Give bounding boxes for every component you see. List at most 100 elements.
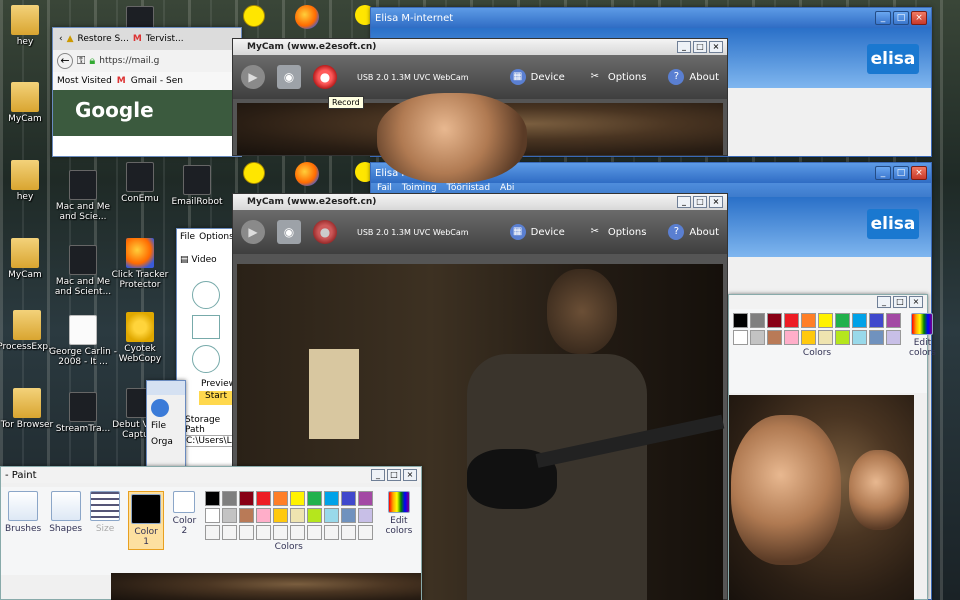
firefox-icon[interactable] xyxy=(295,5,319,29)
palette-swatch[interactable] xyxy=(204,491,220,506)
storage-path-field[interactable]: C:\Users\Lo xyxy=(185,435,237,447)
palette-swatch[interactable] xyxy=(733,330,748,345)
webcam-icon[interactable] xyxy=(192,345,220,373)
palette-swatch[interactable] xyxy=(272,508,288,523)
palette-swatch[interactable] xyxy=(238,491,254,506)
palette-swatch[interactable] xyxy=(801,330,816,345)
snapshot-button[interactable]: ◉ xyxy=(277,220,301,244)
palette-swatch[interactable] xyxy=(272,491,288,506)
palette-swatch[interactable] xyxy=(784,330,799,345)
palette-swatch[interactable] xyxy=(289,525,305,540)
palette-swatch[interactable] xyxy=(869,330,884,345)
organize-button[interactable]: Orga xyxy=(147,431,185,453)
palette-swatch[interactable] xyxy=(750,330,765,345)
maximize-button[interactable]: □ xyxy=(693,196,707,208)
palette-swatch[interactable] xyxy=(238,508,254,523)
device-menu[interactable]: ▦ Device xyxy=(509,224,565,240)
monitor-icon[interactable] xyxy=(192,315,220,339)
back-icon[interactable]: ← xyxy=(57,53,73,69)
close-button[interactable]: × xyxy=(709,196,723,208)
bookmark-most-visited[interactable]: Most Visited xyxy=(57,76,112,86)
palette-swatch[interactable] xyxy=(750,313,765,328)
menu-file[interactable]: File xyxy=(147,421,185,431)
palette-swatch[interactable] xyxy=(255,491,271,506)
maximize-button[interactable]: □ xyxy=(893,11,909,25)
play-button[interactable]: ▶ xyxy=(241,65,265,89)
palette-swatch[interactable] xyxy=(835,330,850,345)
palette-swatch[interactable] xyxy=(784,313,799,328)
close-button[interactable]: × xyxy=(911,166,927,180)
firefox-icon[interactable] xyxy=(295,162,319,186)
menu-options[interactable]: Options xyxy=(199,232,234,242)
palette-swatch[interactable] xyxy=(340,508,356,523)
palette-swatch[interactable] xyxy=(255,525,271,540)
brushes-tool[interactable]: Brushes xyxy=(5,491,41,534)
palette-swatch[interactable] xyxy=(204,525,220,540)
color1-selector[interactable]: Color 1 xyxy=(128,491,165,550)
url-field[interactable]: https://mail.g xyxy=(99,56,159,66)
desktop-icon-click-tracker[interactable]: Click Tracker Protector xyxy=(105,238,175,290)
record-button[interactable]: ● xyxy=(313,65,337,89)
minimize-button[interactable]: _ xyxy=(677,41,691,53)
palette-swatch[interactable] xyxy=(221,525,237,540)
about-menu[interactable]: ? About xyxy=(668,224,719,240)
size-tool[interactable]: Size xyxy=(90,491,121,534)
edit-colors-button[interactable]: Edit colors xyxy=(909,313,936,358)
desktop-icon-mycam-top[interactable]: MyCam xyxy=(0,82,60,124)
palette-swatch[interactable] xyxy=(289,508,305,523)
maximize-button[interactable]: □ xyxy=(693,41,707,53)
device-menu[interactable]: ▦ Device xyxy=(509,69,565,85)
palette-swatch[interactable] xyxy=(818,330,833,345)
palette-swatch[interactable] xyxy=(323,508,339,523)
palette-swatch[interactable] xyxy=(357,491,373,506)
close-button[interactable]: × xyxy=(911,11,927,25)
edit-colors-button[interactable]: Edit colors xyxy=(381,491,417,536)
bookmark-gmail[interactable]: Gmail - Sen xyxy=(131,76,183,86)
minimize-button[interactable]: _ xyxy=(371,469,385,481)
desktop-icon-cyotek[interactable]: Cyotek WebCopy xyxy=(105,312,175,364)
palette-swatch[interactable] xyxy=(272,525,288,540)
menu-file[interactable]: File xyxy=(180,232,195,242)
palette-swatch[interactable] xyxy=(306,491,322,506)
maximize-button[interactable]: □ xyxy=(893,166,909,180)
palette-swatch[interactable] xyxy=(767,330,782,345)
maximize-button[interactable]: □ xyxy=(893,296,907,308)
shapes-tool[interactable]: Shapes xyxy=(49,491,82,534)
record-button[interactable]: ● xyxy=(313,220,337,244)
snapshot-button[interactable]: ◉ xyxy=(277,65,301,89)
start-button[interactable]: Start xyxy=(199,391,233,405)
palette-swatch[interactable] xyxy=(306,525,322,540)
desktop-icon-hey-top[interactable]: hey xyxy=(0,5,60,47)
tab-tervist[interactable]: Tervist... xyxy=(146,34,184,44)
smiley-icon[interactable] xyxy=(243,162,265,184)
palette-swatch[interactable] xyxy=(767,313,782,328)
palette-swatch[interactable] xyxy=(733,313,748,328)
palette-swatch[interactable] xyxy=(340,491,356,506)
palette-swatch[interactable] xyxy=(886,330,901,345)
about-menu[interactable]: ? About xyxy=(668,69,719,85)
palette-swatch[interactable] xyxy=(835,313,850,328)
palette-swatch[interactable] xyxy=(852,330,867,345)
palette-swatch[interactable] xyxy=(801,313,816,328)
palette-swatch[interactable] xyxy=(323,491,339,506)
color2-selector[interactable]: Color 2 xyxy=(172,491,197,536)
palette-swatch[interactable] xyxy=(357,508,373,523)
back-icon[interactable] xyxy=(151,399,169,417)
desktop-icon-emailrobot[interactable]: EmailRobot xyxy=(162,165,232,207)
close-button[interactable]: × xyxy=(403,469,417,481)
palette-swatch[interactable] xyxy=(357,525,373,540)
palette-swatch[interactable] xyxy=(340,525,356,540)
minimize-button[interactable]: _ xyxy=(875,166,891,180)
minimize-button[interactable]: _ xyxy=(875,11,891,25)
palette-swatch[interactable] xyxy=(289,491,305,506)
palette-swatch[interactable] xyxy=(818,313,833,328)
options-menu[interactable]: ✂ Options xyxy=(587,224,647,240)
close-button[interactable]: × xyxy=(709,41,723,53)
close-button[interactable]: × xyxy=(909,296,923,308)
options-menu[interactable]: ✂ Options xyxy=(587,69,647,85)
palette-swatch[interactable] xyxy=(255,508,271,523)
palette-swatch[interactable] xyxy=(221,508,237,523)
palette-swatch[interactable] xyxy=(323,525,339,540)
palette-swatch[interactable] xyxy=(204,508,220,523)
debut-video-tab[interactable]: ▤ Video xyxy=(177,245,235,275)
